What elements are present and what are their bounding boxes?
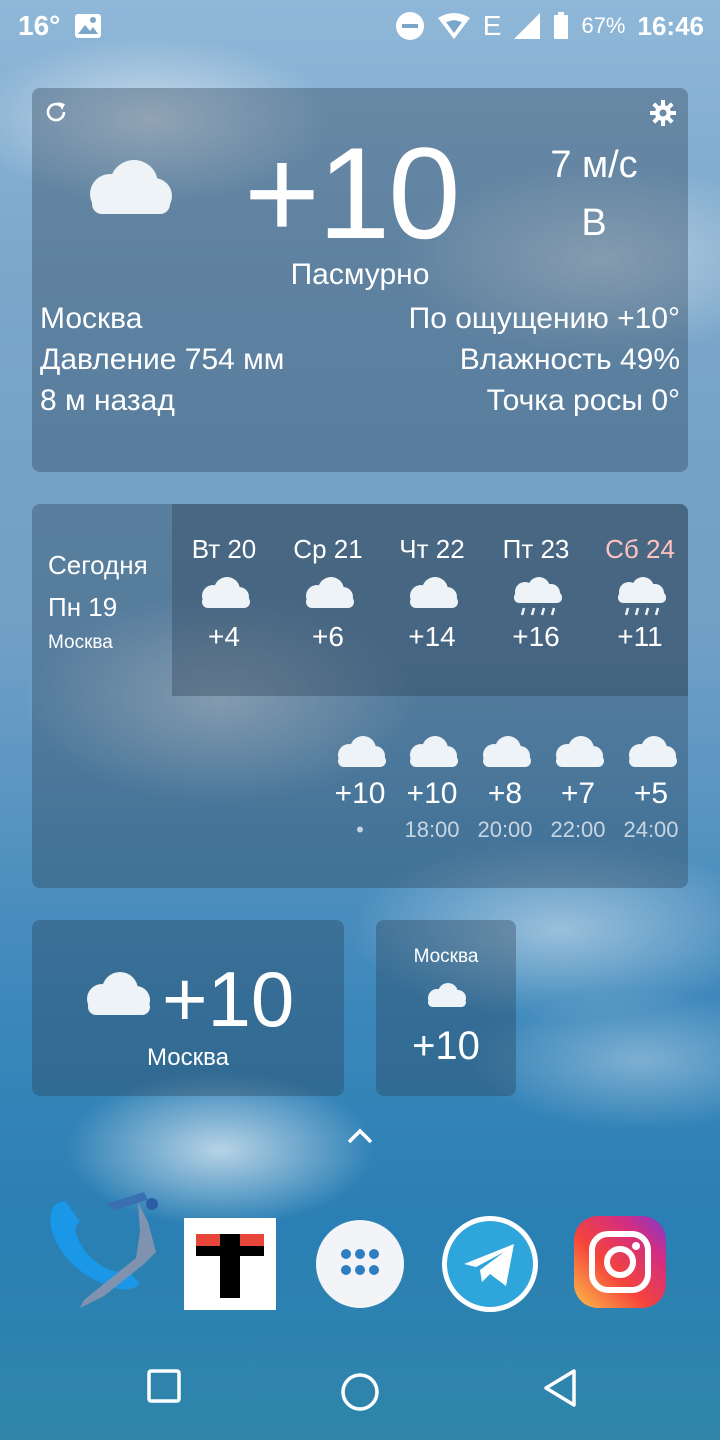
cloud-icon [615, 736, 687, 773]
cloud-icon [276, 577, 380, 615]
network-type: E [482, 10, 502, 41]
gallery-icon [74, 13, 102, 39]
hour-temperature: +10 [334, 777, 386, 810]
mini-weather-widget[interactable]: Москва +10 [376, 920, 516, 1096]
day-temperature: +4 [208, 621, 240, 652]
forecast-day[interactable]: Ср 21 +6 [276, 504, 380, 653]
today-label: Сегодня [48, 550, 148, 580]
day-temperature: +6 [312, 621, 344, 652]
main-weather-widget[interactable]: +10 7 м/с В Пасмурно Москва По ощущению … [32, 88, 688, 472]
forecast-city: Москва [48, 632, 113, 653]
day-temperature: +11 [617, 621, 663, 652]
day-temperature: +14 [408, 621, 456, 652]
cloud-icon [380, 577, 484, 615]
battery-percent: 67% [581, 13, 626, 38]
rain-cloud-icon [484, 577, 588, 616]
hour-temperature: +5 [633, 777, 669, 810]
wind-speed: 7 м/с [550, 144, 638, 186]
current-temperature: +10 [244, 120, 461, 266]
cloud-weather-icon [80, 972, 152, 1021]
cloud-icon [542, 736, 614, 773]
phone-app-icon[interactable] [50, 1192, 158, 1312]
cloud-weather-icon [82, 160, 174, 221]
hour-time: 24:00 [623, 817, 679, 842]
instagram-app-icon[interactable] [570, 1212, 670, 1312]
wind-direction: В [581, 202, 607, 244]
telegram-app-icon[interactable] [440, 1212, 540, 1312]
day-label: Пт 23 [502, 534, 570, 564]
hour-temperature: +10 [406, 777, 458, 810]
daily-forecast-strip: Вт 20 +4 Ср 21 +6 Чт 22 +14 Пт 23 +16 Сб… [172, 504, 688, 696]
signal-icon [513, 12, 541, 40]
day-label: Сб 24 [605, 534, 675, 564]
feels-like: По ощущению +10° [408, 302, 680, 335]
refresh-icon[interactable] [44, 100, 68, 129]
hour-temperature: +7 [560, 777, 596, 810]
cloud-icon [469, 736, 541, 773]
pressure: Давление 754 мм [40, 343, 285, 376]
forecast-day-weekend[interactable]: Сб 24 +11 [588, 504, 692, 653]
battery-icon [553, 12, 569, 40]
back-button[interactable] [540, 1368, 580, 1413]
forecast-day[interactable]: Пт 23 +16 [484, 504, 588, 653]
hour-time: 18:00 [404, 817, 460, 842]
forecast-day[interactable]: Вт 20 +4 [172, 504, 276, 653]
hour-time: • [356, 817, 364, 842]
hour-time: 20:00 [477, 817, 533, 842]
day-label: Вт 20 [191, 534, 257, 564]
day-temperature: +16 [512, 621, 560, 652]
mini-temperature: +10 [412, 1024, 480, 1068]
do-not-disturb-icon [395, 11, 425, 41]
tj-app-icon[interactable]: T [180, 1212, 280, 1312]
rain-cloud-icon [588, 577, 692, 616]
today-date: Пн 19 [48, 592, 118, 622]
cloud-icon [396, 736, 468, 773]
home-button[interactable] [340, 1372, 380, 1417]
status-bar: 16° E 67% 16:46 [0, 0, 720, 52]
chevron-up-icon[interactable] [346, 1126, 374, 1151]
compact-city: Москва [147, 1044, 229, 1071]
hourly-item: +7 22:00 [542, 736, 614, 843]
compact-temperature: +10 [162, 955, 295, 1043]
recent-apps-button[interactable] [146, 1368, 182, 1409]
status-temperature: 16° [18, 10, 61, 41]
app-drawer-button[interactable] [310, 1212, 410, 1312]
city-name: Москва [40, 302, 143, 335]
humidity: Влажность 49% [459, 343, 680, 376]
weather-condition: Пасмурно [290, 258, 430, 291]
dew-point: Точка росы 0° [486, 384, 680, 417]
cloud-weather-icon [424, 982, 468, 1013]
hourly-item: +10 • [324, 736, 396, 843]
mini-city: Москва [413, 946, 479, 967]
compact-weather-widget[interactable]: +10 Москва [32, 920, 344, 1096]
forecast-widget[interactable]: Сегодня Пн 19 Москва Вт 20 +4 Ср 21 +6 Ч… [32, 504, 688, 888]
hourly-item: +5 24:00 [615, 736, 687, 843]
last-updated: 8 м назад [40, 384, 175, 417]
day-label: Чт 22 [399, 534, 465, 564]
wifi-icon [437, 12, 471, 40]
hourly-item: +10 18:00 [396, 736, 468, 843]
hour-time: 22:00 [550, 817, 606, 842]
cloud-icon [172, 577, 276, 615]
forecast-day[interactable]: Чт 22 +14 [380, 504, 484, 653]
clock: 16:46 [637, 10, 705, 41]
cloud-icon [324, 736, 396, 773]
hourly-item: +8 20:00 [469, 736, 541, 843]
hour-temperature: +8 [487, 777, 523, 810]
settings-gear-icon[interactable] [650, 100, 676, 131]
day-label: Ср 21 [293, 534, 363, 564]
